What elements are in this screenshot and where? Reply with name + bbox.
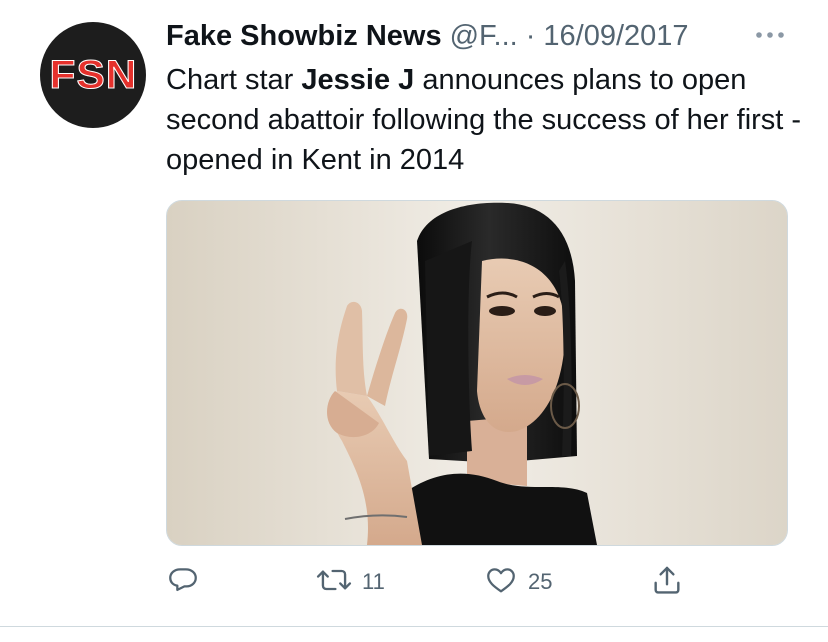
retweet-button[interactable]: 11: [316, 562, 385, 602]
retweet-count: 11: [362, 569, 385, 594]
action-bar: 11 25: [166, 562, 806, 602]
avatar-logo-text: FSN: [48, 52, 137, 97]
like-icon: [484, 563, 518, 602]
tweet-photo[interactable]: [166, 200, 788, 546]
share-button[interactable]: [650, 562, 684, 602]
user-handle[interactable]: @F...: [450, 20, 518, 53]
tweet-date[interactable]: 16/09/2017: [543, 20, 688, 53]
tweet-text: Chart star Jessie J announces plans to o…: [166, 60, 806, 180]
share-icon: [650, 563, 684, 602]
tweet-text-mention: Jessie J: [301, 64, 415, 96]
retweet-icon: [316, 563, 352, 602]
tweet-header: Fake Showbiz News @F... · 16/09/2017: [166, 14, 806, 58]
like-count: 25: [528, 569, 553, 594]
reply-icon: [166, 563, 200, 602]
display-name[interactable]: Fake Showbiz News: [166, 20, 442, 53]
avatar[interactable]: FSN: [40, 22, 146, 128]
tweet[interactable]: FSN Fake Showbiz News @F... · 16/09/2017…: [0, 0, 828, 642]
tweet-text-start: Chart star: [166, 64, 302, 96]
reply-button[interactable]: [166, 562, 200, 602]
like-button[interactable]: 25: [484, 562, 552, 602]
more-icon[interactable]: [752, 22, 788, 48]
divider: [0, 626, 828, 627]
separator-dot: ·: [525, 19, 536, 52]
